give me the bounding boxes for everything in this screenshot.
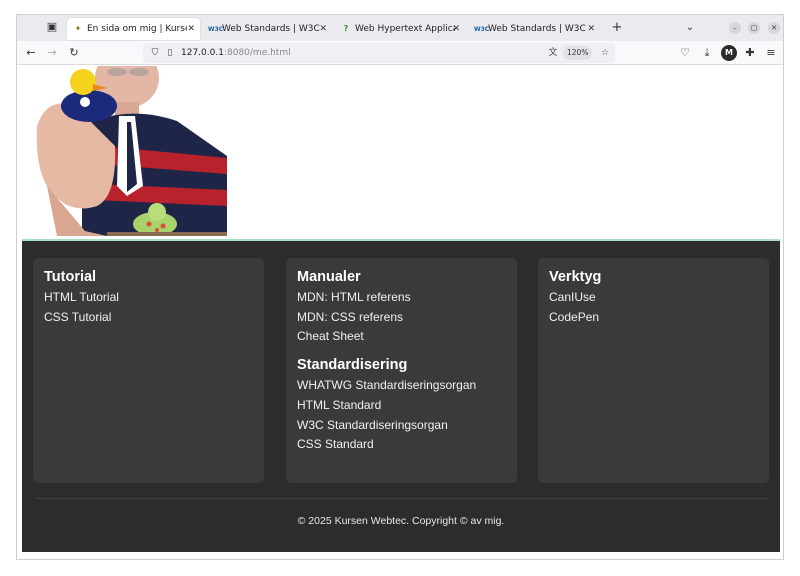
- close-window-icon[interactable]: ✕: [768, 22, 780, 34]
- link-css-tutorial[interactable]: CSS Tutorial: [44, 308, 253, 328]
- tab-bar: ▣ ✦En sida om mig | Kursen w ✕ W3CWeb St…: [17, 15, 783, 41]
- downloads-icon[interactable]: ⤓: [699, 45, 715, 61]
- link-html-tutorial[interactable]: HTML Tutorial: [44, 288, 253, 308]
- translate-icon[interactable]: 文: [546, 45, 560, 61]
- tab-title: Web Standards | W3C: [488, 24, 586, 34]
- card-tutorial: Tutorial HTML Tutorial CSS Tutorial: [33, 258, 264, 483]
- close-tab-icon[interactable]: ✕: [187, 18, 195, 40]
- page-info-icon[interactable]: ▯: [163, 45, 177, 61]
- link-codepen[interactable]: CodePen: [549, 308, 758, 328]
- heading-manualer: Manualer: [297, 269, 361, 285]
- whatwg-favicon-icon: ?: [343, 24, 349, 33]
- url-host: 127.0.0.1: [181, 48, 224, 58]
- tab-whatwg[interactable]: ? Web Hypertext Applicatio ✕: [335, 18, 465, 40]
- bookmark-star-icon[interactable]: ☆: [598, 45, 612, 61]
- page-content: Tutorial HTML Tutorial CSS Tutorial Manu…: [17, 66, 783, 559]
- tab-en-sida-om-mig[interactable]: ✦ En sida om mig | Kursen w ✕: [67, 18, 200, 40]
- tab-title: Web Hypertext Applicatio: [355, 24, 455, 34]
- maximize-icon[interactable]: ▢: [748, 22, 760, 34]
- link-w3c[interactable]: W3C Standardiseringsorgan: [297, 416, 506, 436]
- link-whatwg[interactable]: WHATWG Standardiseringsorgan: [297, 376, 506, 396]
- link-mdn-css[interactable]: MDN: CSS referens: [297, 308, 506, 328]
- w3c-favicon-icon: W3C: [474, 26, 490, 33]
- tab-title: Web Standards | W3C: [222, 24, 320, 34]
- heading-tutorial: Tutorial: [44, 269, 97, 285]
- account-avatar[interactable]: M: [721, 45, 737, 61]
- close-tab-icon[interactable]: ✕: [452, 18, 460, 40]
- zoom-level[interactable]: 120%: [563, 46, 593, 60]
- back-arrow-icon[interactable]: ←: [23, 45, 39, 61]
- link-caniuse[interactable]: CanIUse: [549, 288, 758, 308]
- footer-divider: [35, 498, 767, 499]
- close-tab-icon[interactable]: ✕: [587, 18, 595, 40]
- portrait-photo: [27, 66, 227, 236]
- forward-arrow-icon[interactable]: →: [44, 45, 60, 61]
- url-path: :8080/me.html: [223, 48, 291, 58]
- hero-banner: [17, 66, 783, 240]
- chevron-down-icon[interactable]: ⌄: [683, 18, 697, 38]
- links-section: Tutorial HTML Tutorial CSS Tutorial Manu…: [22, 239, 780, 552]
- tab-web-standards-2[interactable]: W3CWeb Standards | W3C ✕: [468, 18, 600, 40]
- minimize-icon[interactable]: –: [729, 22, 741, 34]
- tab-web-standards-1[interactable]: W3CWeb Standards | W3C ✕: [202, 18, 332, 40]
- card-manualer: Manualer MDN: HTML referens MDN: CSS ref…: [286, 258, 517, 483]
- link-cheat-sheet[interactable]: Cheat Sheet: [297, 327, 506, 347]
- footer-copyright: © 2025 Kursen Webtec. Copyright © av mig…: [297, 515, 505, 527]
- w3c-favicon-icon: W3C: [208, 26, 224, 33]
- menu-icon[interactable]: ≡: [763, 45, 779, 61]
- tab-title: En sida om mig | Kursen w: [87, 24, 187, 34]
- list-all-tabs-icon[interactable]: ▣: [45, 20, 59, 34]
- pocket-icon[interactable]: ♡: [677, 45, 693, 61]
- url-bar[interactable]: ⛉ ▯ 127.0.0.1:8080/me.html 文 120% ☆: [143, 43, 615, 63]
- shield-icon[interactable]: ⛉: [148, 45, 162, 61]
- link-html-standard[interactable]: HTML Standard: [297, 396, 506, 416]
- link-css-standard[interactable]: CSS Standard: [297, 435, 506, 455]
- heading-standardisering: Standardisering: [297, 357, 408, 374]
- extensions-icon[interactable]: ✚: [742, 45, 758, 61]
- browser-window: ▣ ✦En sida om mig | Kursen w ✕ W3CWeb St…: [16, 14, 784, 560]
- reload-icon[interactable]: ↻: [66, 45, 82, 61]
- heading-verktyg: Verktyg: [549, 269, 602, 285]
- navigation-bar: ← → ↻ ⛉ ▯ 127.0.0.1:8080/me.html 文 120% …: [17, 41, 783, 65]
- close-tab-icon[interactable]: ✕: [319, 18, 327, 40]
- link-mdn-html[interactable]: MDN: HTML referens: [297, 288, 506, 308]
- duck-favicon-icon: ✦: [74, 24, 82, 33]
- url-text[interactable]: 127.0.0.1:8080/me.html: [181, 43, 291, 63]
- card-verktyg: Verktyg CanIUse CodePen: [538, 258, 769, 483]
- new-tab-icon[interactable]: +: [610, 18, 624, 38]
